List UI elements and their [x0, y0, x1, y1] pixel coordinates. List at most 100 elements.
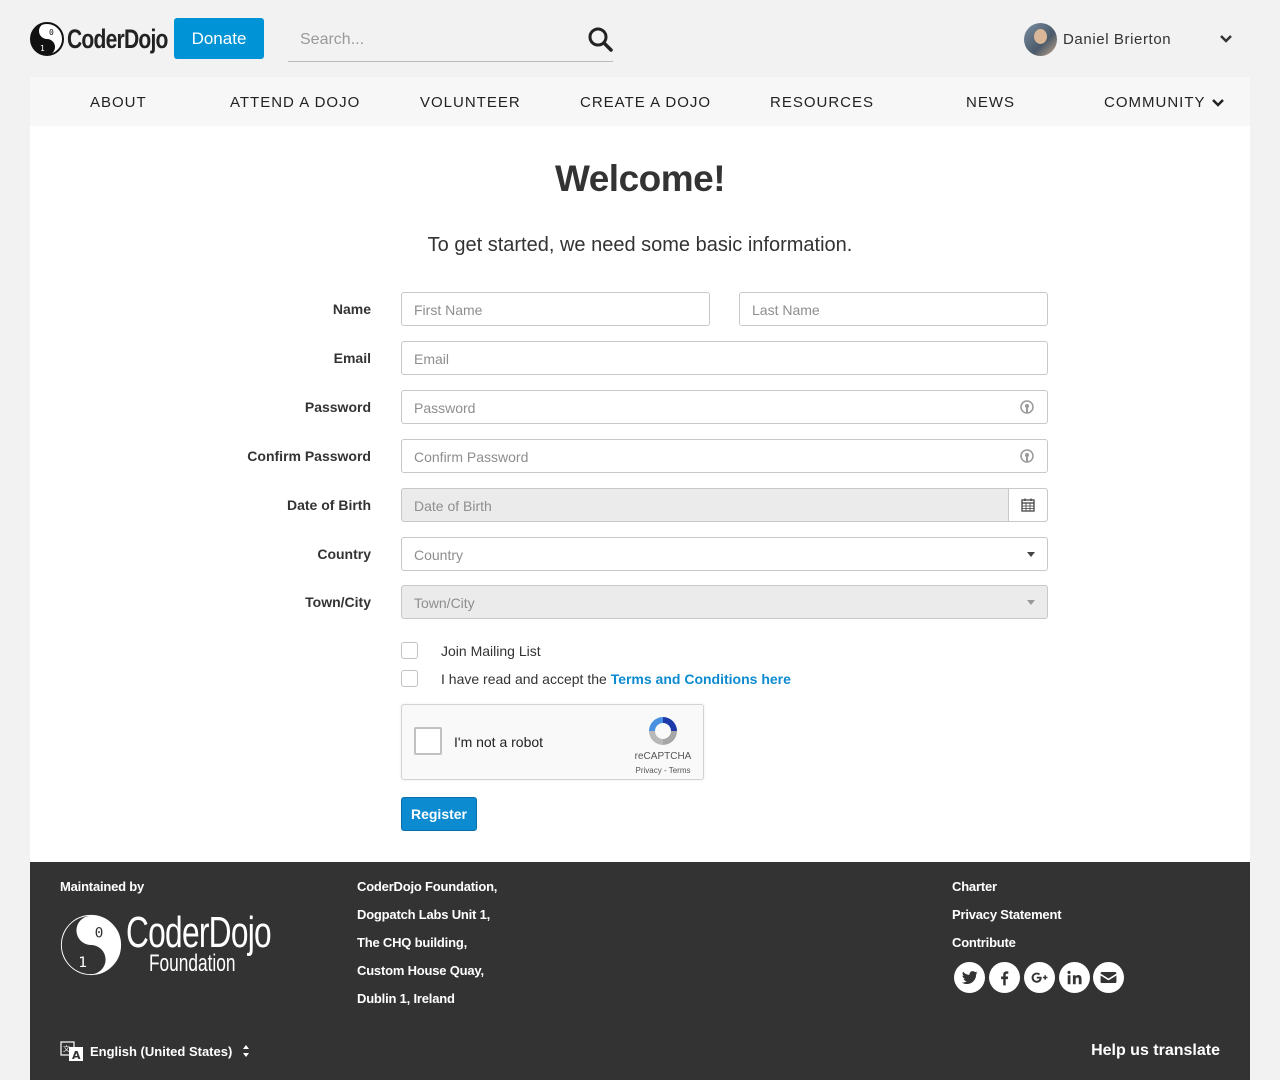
register-button[interactable]: Register [401, 797, 477, 831]
country-input[interactable] [414, 544, 963, 566]
mailing-list-label[interactable]: Join Mailing List [441, 643, 541, 659]
help-translate-link[interactable]: Help us translate [1091, 1042, 1220, 1060]
caret-down-icon [1027, 600, 1035, 605]
confirm-password-label: Confirm Password [247, 448, 371, 464]
donate-button[interactable]: Donate [174, 18, 264, 59]
nav-item-community[interactable]: COMMUNITY [1104, 94, 1225, 111]
calendar-button[interactable] [1008, 489, 1047, 521]
footer-logo-sub: Foundation [149, 950, 236, 977]
sort-arrows-icon [243, 1045, 250, 1057]
yin-yang-icon: 0 1 [30, 22, 64, 56]
address-line: The CHQ building, [357, 935, 467, 950]
dob-input[interactable] [414, 495, 963, 517]
first-name-input[interactable] [414, 299, 675, 321]
email-icon [1100, 971, 1117, 984]
nav-item-about[interactable]: ABOUT [90, 94, 147, 111]
terms-prefix: I have read and accept the [441, 671, 611, 687]
language-label: English (United States) [90, 1043, 233, 1059]
translate-icon: A 文 [60, 1041, 83, 1062]
calendar-icon [1021, 498, 1035, 512]
footer-link-contribute[interactable]: Contribute [952, 935, 1016, 950]
user-name[interactable]: Daniel Brierton [1063, 31, 1171, 48]
country-select[interactable] [401, 537, 1048, 571]
email-label: Email [333, 350, 371, 366]
language-selector[interactable]: A 文 English (United States) [60, 1037, 250, 1065]
password-input[interactable] [414, 397, 963, 419]
confirm-password-input[interactable] [414, 446, 963, 468]
nav-item-resources[interactable]: RESOURCES [770, 94, 874, 111]
mailing-list-checkbox[interactable] [401, 642, 418, 659]
linkedin-icon [1067, 970, 1082, 985]
recaptcha-brand: reCAPTCHA [634, 751, 692, 762]
svg-text:0: 0 [95, 925, 104, 942]
dob-field[interactable] [401, 488, 1048, 522]
terms-link[interactable]: Terms and Conditions here [611, 671, 791, 687]
footer-link-privacy[interactable]: Privacy Statement [952, 907, 1062, 922]
dob-label: Date of Birth [287, 497, 371, 513]
registration-card: Welcome! To get started, we need some ba… [30, 126, 1250, 862]
footer-link-charter[interactable]: Charter [952, 879, 997, 894]
site-header: 0 1 CoderDojo Donate Daniel Brierton [0, 0, 1280, 77]
page-subtitle: To get started, we need some basic infor… [427, 234, 853, 256]
maintained-by-label: Maintained by [60, 879, 145, 894]
site-footer: Maintained by 0 1 CoderDojo Foundation C… [30, 862, 1250, 1080]
town-select[interactable] [401, 585, 1048, 619]
password-key-icon[interactable] [1019, 400, 1035, 416]
linkedin-button[interactable] [1059, 962, 1090, 993]
svg-text:1: 1 [40, 44, 45, 53]
email-field[interactable] [401, 341, 1048, 375]
email-button[interactable] [1093, 962, 1124, 993]
terms-checkbox[interactable] [401, 670, 418, 687]
last-name-field[interactable] [739, 292, 1048, 326]
search-icon[interactable] [587, 26, 613, 52]
coderdojo-foundation-logo[interactable]: 0 1 CoderDojo Foundation [60, 908, 272, 982]
town-input[interactable] [414, 592, 963, 614]
caret-down-icon [1027, 552, 1035, 557]
recaptcha-terms[interactable]: Privacy - Terms [624, 766, 702, 775]
nav-item-create-a-dojo[interactable]: CREATE A DOJO [580, 94, 711, 111]
svg-text:1: 1 [78, 954, 87, 971]
address-line: Dublin 1, Ireland [357, 991, 455, 1006]
nav-item-attend-a-dojo[interactable]: ATTEND A DOJO [230, 94, 360, 111]
google-plus-icon [1031, 972, 1048, 983]
nav-item-news[interactable]: NEWS [966, 94, 1015, 111]
search-input[interactable] [300, 28, 570, 52]
password-field[interactable] [401, 390, 1048, 424]
google-plus-button[interactable] [1024, 962, 1055, 993]
recaptcha-checkbox[interactable] [414, 727, 442, 755]
address-line: Dogpatch Labs Unit 1, [357, 907, 491, 922]
nav-item-community-label: COMMUNITY [1104, 94, 1206, 111]
password-label: Password [304, 399, 371, 415]
recaptcha-label: I'm not a robot [454, 734, 544, 750]
chevron-down-icon[interactable] [1219, 33, 1233, 45]
name-label: Name [332, 301, 371, 317]
svg-text:文: 文 [63, 1044, 70, 1053]
last-name-input[interactable] [752, 299, 1013, 321]
recaptcha-widget: I'm not a robot reCAPTCHA Privacy - Term… [401, 704, 704, 780]
twitter-icon [961, 971, 978, 984]
facebook-button[interactable] [989, 962, 1020, 993]
facebook-icon [1001, 971, 1009, 986]
svg-text:0: 0 [49, 28, 54, 37]
user-menu[interactable]: Daniel Brierton [1024, 22, 1171, 56]
password-key-icon[interactable] [1019, 449, 1035, 465]
email-input[interactable] [414, 348, 963, 370]
coderdojo-logo[interactable]: 0 1 CoderDojo [30, 20, 196, 58]
yin-yang-icon: 0 1 [60, 914, 122, 976]
page-title: Welcome! [554, 158, 726, 199]
logo-text: CoderDojo [67, 23, 168, 54]
twitter-button[interactable] [954, 962, 985, 993]
confirm-password-field[interactable] [401, 439, 1048, 473]
avatar[interactable] [1024, 22, 1057, 56]
svg-text:A: A [72, 1049, 81, 1062]
address-line: CoderDojo Foundation, [357, 879, 498, 894]
town-label: Town/City [305, 594, 371, 610]
main-nav: ABOUT ATTEND A DOJO VOLUNTEER CREATE A D… [30, 77, 1250, 126]
recaptcha-icon [649, 717, 677, 745]
nav-item-volunteer[interactable]: VOLUNTEER [420, 94, 521, 111]
chevron-down-icon [1211, 99, 1224, 107]
first-name-field[interactable] [401, 292, 710, 326]
country-label: Country [317, 546, 371, 562]
address-line: Custom House Quay, [357, 963, 484, 978]
search-bar [288, 20, 613, 62]
